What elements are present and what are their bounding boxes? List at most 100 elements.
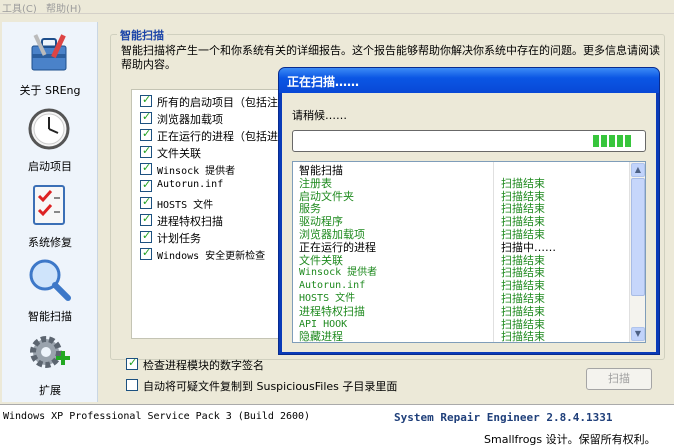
product-version: System Repair Engineer 2.8.4.1331 [394,411,613,424]
scan-item-status: 扫描结束 [501,304,545,318]
toolbox-icon [31,34,67,71]
option-label: 检查进程模块的数字签名 [143,359,264,372]
option-label: 计划任务 [157,232,201,245]
scan-result-row: 驱动程序 扫描结束 [293,215,629,228]
dialog-title: 正在扫描…… [287,75,360,89]
checkbox[interactable] [140,195,152,209]
group-title: 智能扫描 [117,27,167,43]
sidebar: 关于 SREng 启动项目 系统修复 智能扫描 扩展 [2,22,98,402]
scan-result-row: Autorun.inf 扫描结束 [293,279,629,292]
scroll-up-icon[interactable]: ▲ [631,163,645,177]
status-bar: Windows XP Professional Service Pack 3 (… [0,404,674,448]
scan-item-status: 扫描结束 [501,228,545,241]
scan-item-status: 扫描结束 [501,215,545,229]
copyright: Smallfrogs 设计。保留所有权利。 [484,433,656,446]
scan-item-status: 扫描结束 [501,176,545,190]
scan-item-status: 扫描结束 [501,279,545,293]
scan-item-name: 进程特权扫描 [299,304,365,318]
sidebar-item-startup[interactable]: 启动项目 [2,104,98,174]
scan-button[interactable]: 扫描 [586,368,652,390]
checkbox[interactable] [140,178,152,192]
scan-result-row: 进程特权扫描 扫描结束 [293,305,629,318]
checkbox[interactable] [140,110,152,124]
scroll-down-icon[interactable]: ▼ [631,327,645,341]
sidebar-item-label: 关于 SREng [19,84,81,97]
menu-bar: 工具(C) 帮助(H) [0,0,674,15]
sidebar-item-label: 系统修复 [28,236,72,249]
option-label: 所有的启动项目（包括注 [157,96,278,109]
checkbox[interactable] [140,127,152,141]
option-label: 文件关联 [157,147,201,160]
scan-item-name: 浏览器加载项 [299,228,365,241]
scan-item-status: 扫描结束 [501,317,545,331]
option-label: Winsock 提供者 [157,166,236,177]
scan-item-name: 智能扫描 [299,164,343,177]
dialog-titlebar[interactable]: 正在扫描…… [279,68,659,93]
progress-block [609,135,615,147]
option-label: 正在运行的进程（包括进 [157,130,278,143]
option-label: Windows 安全更新检查 [157,251,266,262]
scan-item-name: 文件关联 [299,253,343,267]
checkbox[interactable] [140,144,152,158]
option-label: HOSTS 文件 [157,200,214,211]
scan-item-name: API HOOK [299,318,348,330]
menu-help[interactable]: 帮助(H) [46,0,81,15]
checkbox[interactable] [140,93,152,107]
scan-item-name: Autorun.inf [299,280,366,292]
sidebar-item-extensions[interactable]: 扩展 [2,328,98,400]
scan-item-name: 隐藏进程 [299,330,343,343]
scan-result-row: 浏览器加载项 扫描结束 [293,228,629,241]
checkbox[interactable] [140,246,152,260]
dialog-body: 请稍候…… 智能扫描 注册表 扫描结束 启动文件夹 扫描结束 服务 扫描结束 驱动程序 扫描结束… [282,93,656,352]
progress-block [593,135,599,147]
scan-item-status: 扫描结束 [501,330,545,343]
sidebar-item-label: 智能扫描 [28,310,72,323]
checkbox[interactable] [140,161,152,175]
scan-item-name: 服务 [299,202,321,216]
scan-item-status: 扫描结束 [501,202,545,216]
scan-item-name: HOSTS 文件 [299,293,356,304]
scan-result-row: HOSTS 文件 扫描结束 [293,292,629,305]
vertical-scrollbar[interactable]: ▲ ▼ [629,162,645,342]
checkbox[interactable] [126,356,138,370]
menu-tools[interactable]: 工具(C) [2,0,37,15]
scroll-thumb[interactable] [631,178,645,296]
scan-result-row: 正在运行的进程 扫描中…… [293,241,629,254]
progress-block [625,135,631,147]
scan-item-status: 扫描结束 [501,266,545,280]
scan-result-row: Winsock 提供者 扫描结束 [293,266,629,279]
scan-item-name: 注册表 [299,176,332,190]
scan-item-status: 扫描结束 [501,292,545,305]
gear-plus-icon [30,336,70,368]
scan-result-row: 注册表 扫描结束 [293,177,629,190]
scan-result-row: 隐藏进程 扫描结束 [293,330,629,343]
option-label: 自动将可疑文件复制到 SuspiciousFiles 子目录里面 [143,380,398,393]
scanning-dialog: 正在扫描…… 请稍候…… 智能扫描 注册表 扫描结束 启动文件夹 扫描结束 服务 扫描结束驱… [278,67,660,355]
scan-results-list: 智能扫描 注册表 扫描结束 启动文件夹 扫描结束 服务 扫描结束 驱动程序 扫描结束 浏览器加载项… [292,161,646,343]
scan-result-row: 智能扫描 [293,164,629,177]
checklist-icon [33,185,65,225]
checkbox[interactable] [126,379,138,391]
sidebar-item-repair[interactable]: 系统修复 [2,180,98,250]
scan-item-name: Winsock 提供者 [299,267,378,279]
scan-result-row: 启动文件夹 扫描结束 [293,190,629,203]
checkbox[interactable] [140,212,152,226]
option-label: Autorun.inf [157,179,224,190]
sidebar-item-label: 启动项目 [28,160,72,173]
scan-result-row: API HOOK 扫描结束 [293,318,629,331]
checkbox[interactable] [140,229,152,243]
os-version: Windows XP Professional Service Pack 3 (… [3,411,311,422]
option-label: 浏览器加载项 [157,113,223,126]
scan-item-status: 扫描结束 [501,253,545,267]
progress-block [617,135,623,147]
scan-item-name: 正在运行的进程 [299,240,376,254]
sidebar-item-about[interactable]: 关于 SREng [2,28,98,98]
scan-item-name: 驱动程序 [299,215,343,229]
wait-text: 请稍候…… [292,109,347,122]
clock-icon [28,108,70,150]
sidebar-item-smart-scan[interactable]: 智能扫描 [2,254,98,324]
magnifier-icon [29,259,71,301]
scan-result-row: 服务 扫描结束 [293,202,629,215]
sidebar-item-label: 扩展 [39,384,61,397]
scan-result-row: 文件关联 扫描结束 [293,254,629,267]
